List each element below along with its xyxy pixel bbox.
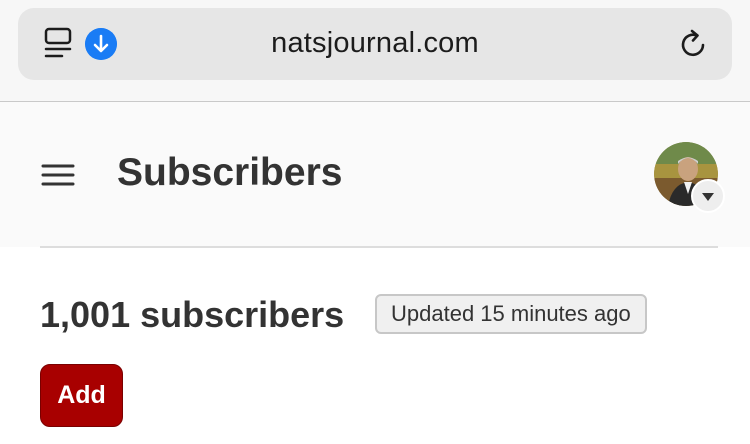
subscriber-count: 1,001 subscribers bbox=[40, 294, 345, 335]
add-subscriber-button[interactable]: Add bbox=[40, 364, 123, 427]
caret-down-icon bbox=[702, 193, 714, 201]
hamburger-menu-icon[interactable] bbox=[40, 160, 76, 190]
status-badge: Updated 15 minutes ago bbox=[375, 294, 647, 334]
browser-chrome: natsjournal.com bbox=[0, 0, 750, 102]
header-divider bbox=[40, 246, 718, 248]
reload-icon[interactable] bbox=[676, 26, 712, 62]
url-text[interactable]: natsjournal.com bbox=[18, 27, 732, 60]
page-title: Subscribers bbox=[117, 151, 343, 194]
page-content: Subscribers 1,001 subscribers Updated 15… bbox=[0, 102, 750, 444]
page-header: Subscribers bbox=[0, 102, 750, 247]
avatar-dropdown[interactable] bbox=[691, 179, 725, 213]
account-menu[interactable] bbox=[654, 142, 726, 214]
address-bar[interactable]: natsjournal.com bbox=[18, 8, 732, 80]
